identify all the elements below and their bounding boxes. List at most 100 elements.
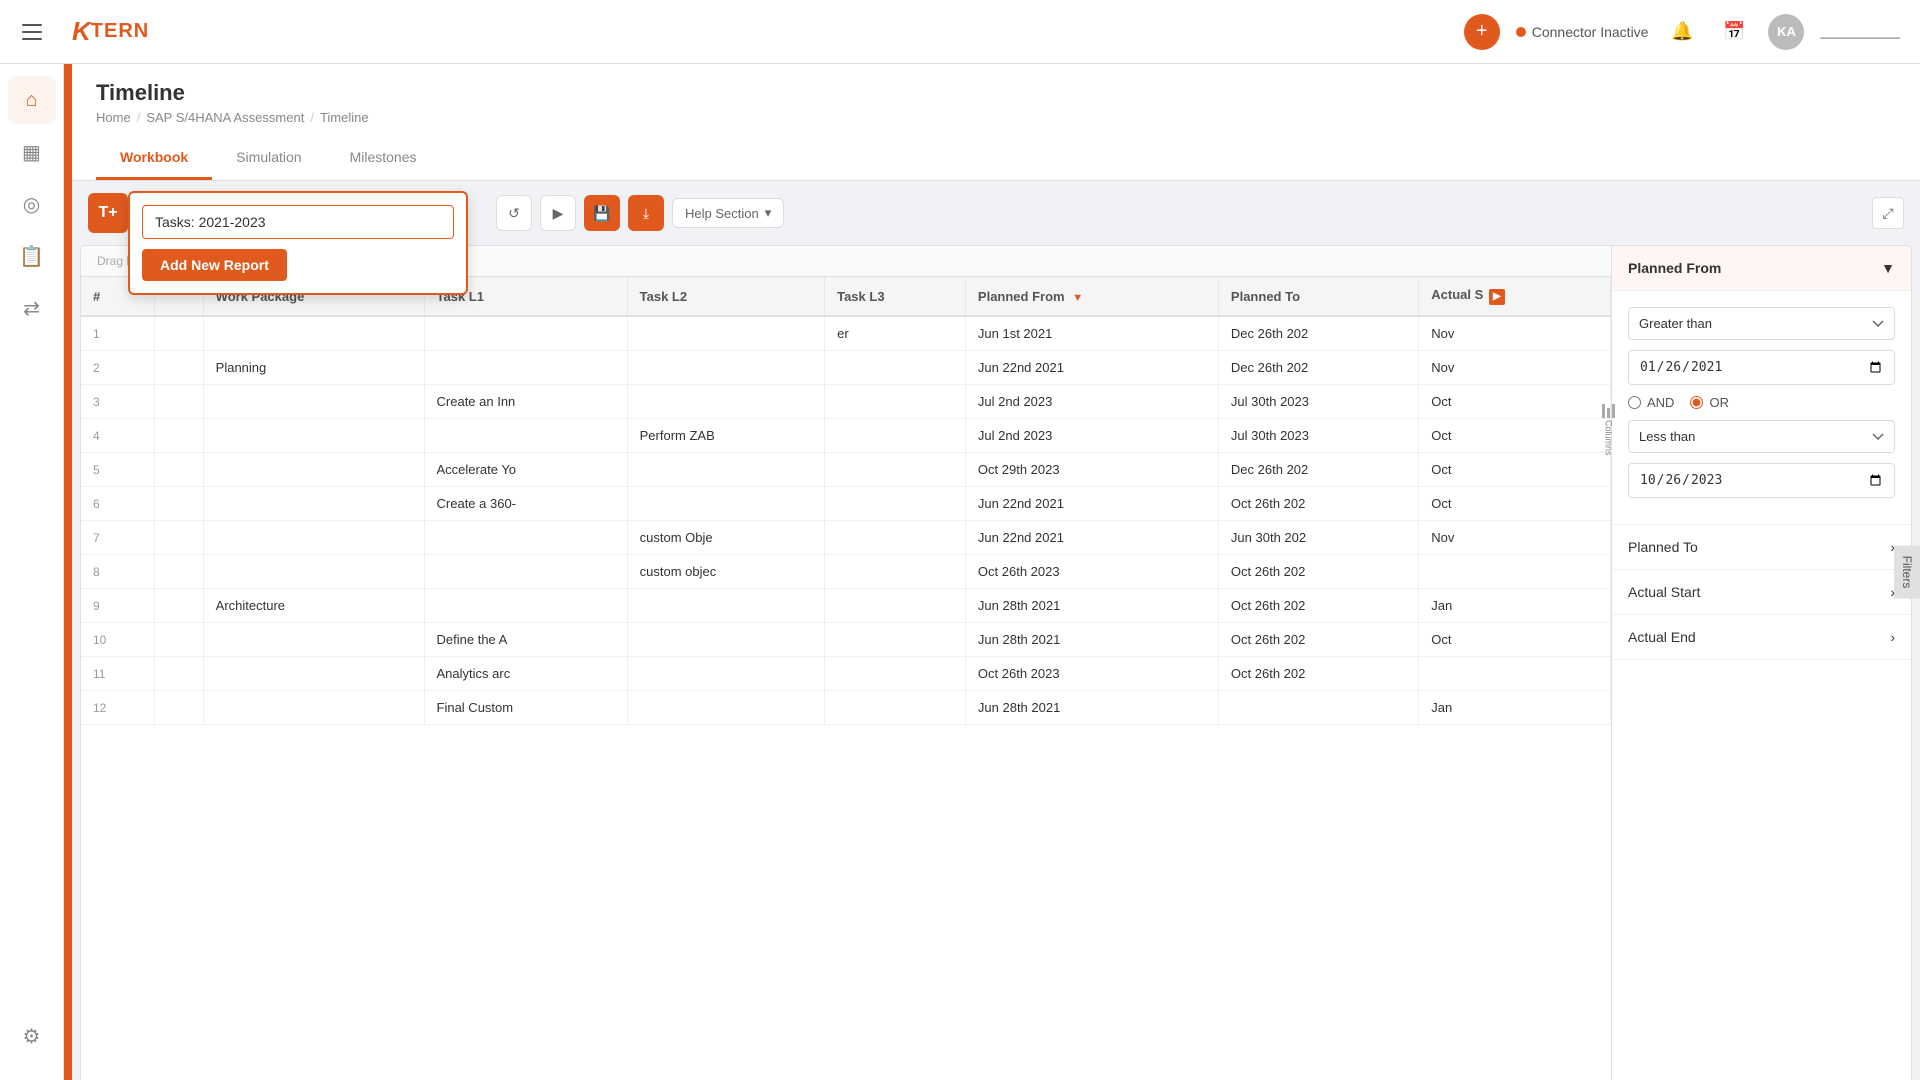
cell-wp — [203, 385, 424, 419]
toolbar-btn-1[interactable]: ▶ — [540, 195, 576, 231]
cell-l1 — [424, 351, 627, 385]
report-name-input[interactable] — [142, 205, 454, 239]
cell-planned-to: Oct 26th 202 — [1218, 657, 1418, 691]
cell-actual: Oct — [1419, 385, 1611, 419]
cell-l2 — [627, 657, 824, 691]
report-dropdown: Add New Report — [128, 191, 468, 295]
sidebar-item-grid[interactable]: ▦ — [8, 128, 56, 176]
table-row: 6 Create a 360- Jun 22nd 2021 Oct 26th 2… — [81, 487, 1611, 521]
avatar-name[interactable]: ___________ — [1820, 24, 1900, 39]
cell-wp: Planning — [203, 351, 424, 385]
cell-l2: custom Obje — [627, 521, 824, 555]
add-new-report-button[interactable]: Add New Report — [142, 249, 287, 281]
cell-wp — [203, 555, 424, 589]
cell-empty — [155, 691, 204, 725]
filter-actual-end-label: Actual End — [1628, 629, 1696, 645]
filters-tab[interactable]: Filters — [1894, 546, 1911, 599]
and-radio-input[interactable] — [1628, 396, 1641, 409]
cell-l3 — [825, 657, 966, 691]
breadcrumb-home[interactable]: Home — [96, 110, 131, 125]
cell-l2 — [627, 487, 824, 521]
cell-empty — [155, 555, 204, 589]
cell-planned-to: Oct 26th 202 — [1218, 623, 1418, 657]
cell-num: 11 — [81, 657, 155, 691]
filter-operator-1-select[interactable]: Greater than Less than Equal to Between — [1628, 307, 1895, 340]
columns-button[interactable]: Columns — [1611, 404, 1615, 456]
col-planned-to[interactable]: Planned To — [1218, 277, 1418, 316]
table-row: 4 Perform ZAB Jul 2nd 2023 Jul 30th 2023… — [81, 419, 1611, 453]
filter-planned-to-header[interactable]: Planned To › — [1612, 525, 1911, 570]
connector-dot — [1516, 27, 1526, 37]
notifications-button[interactable]: 🔔 — [1664, 14, 1700, 50]
avatar[interactable]: KA — [1768, 14, 1804, 50]
add-button[interactable]: + — [1464, 14, 1500, 50]
sidebar-item-home[interactable]: ⌂ — [8, 76, 56, 124]
cell-planned-to: Dec 26th 202 — [1218, 453, 1418, 487]
tab-simulation[interactable]: Simulation — [212, 137, 325, 180]
help-chevron-icon: ▾ — [765, 205, 772, 221]
tab-milestones[interactable]: Milestones — [326, 137, 441, 180]
cell-actual: Oct — [1419, 623, 1611, 657]
undo-button[interactable]: ↺ — [496, 195, 532, 231]
filter-operator-2-select[interactable]: Greater than Less than Equal to Between — [1628, 420, 1895, 453]
table-row: 5 Accelerate Yo Oct 29th 2023 Dec 26th 2… — [81, 453, 1611, 487]
tab-workbook[interactable]: Workbook — [96, 137, 212, 180]
breadcrumb-current: Timeline — [320, 110, 369, 125]
cell-l3 — [825, 691, 966, 725]
or-radio-input[interactable] — [1690, 396, 1703, 409]
cell-l3 — [825, 487, 966, 521]
cell-planned-to — [1218, 691, 1418, 725]
filter-planned-from-label: Planned From — [1628, 260, 1721, 276]
filter-date-1-input[interactable] — [1628, 350, 1895, 385]
cell-num: 4 — [81, 419, 155, 453]
cell-planned-to: Jun 30th 202 — [1218, 521, 1418, 555]
planned-from-filter-icon[interactable]: ▼ — [1072, 292, 1083, 304]
top-navigation: K TERN + Connector Inactive 🔔 📅 KA _____… — [0, 0, 1920, 64]
filter-and-radio[interactable]: AND — [1628, 395, 1674, 410]
filter-actual-start-header[interactable]: Actual Start › — [1612, 570, 1911, 615]
filter-actual-end-chevron: › — [1890, 629, 1895, 645]
cell-l2: custom objec — [627, 555, 824, 589]
cell-num: 3 — [81, 385, 155, 419]
main-content: Timeline Home / SAP S/4HANA Assessment /… — [72, 64, 1920, 1080]
toolbar-btn-3[interactable]: ⤓ — [628, 195, 664, 231]
cell-l1 — [424, 419, 627, 453]
cell-l2 — [627, 316, 824, 351]
breadcrumb-assessment[interactable]: SAP S/4HANA Assessment — [146, 110, 304, 125]
filter-planned-from-header[interactable]: Planned From ▼ — [1612, 246, 1911, 291]
cell-l2 — [627, 453, 824, 487]
filter-date-2-input[interactable] — [1628, 463, 1895, 498]
filter-or-radio[interactable]: OR — [1690, 395, 1729, 410]
cell-l1 — [424, 555, 627, 589]
table-row: 12 Final Custom Jun 28th 2021 Jan — [81, 691, 1611, 725]
hamburger-menu[interactable] — [0, 0, 64, 64]
toolbar: T+ Add New Report ↺ ▶ 💾 ⤓ Help Section ▾… — [72, 181, 1920, 245]
sidebar-item-location[interactable]: ◎ — [8, 180, 56, 228]
col-expand-icon[interactable]: ▶ — [1489, 289, 1505, 305]
cell-planned-to: Dec 26th 202 — [1218, 316, 1418, 351]
expand-button[interactable]: ⤢ — [1872, 197, 1904, 229]
col-planned-from[interactable]: Planned From ▼ — [965, 277, 1218, 316]
left-sidebar: ⌂ ▦ ◎ 📋 ⇄ ⚙ — [0, 64, 64, 1080]
table-row: 3 Create an Inn Jul 2nd 2023 Jul 30th 20… — [81, 385, 1611, 419]
help-section-label: Help Section — [685, 206, 759, 221]
sidebar-item-settings[interactable]: ⚙ — [8, 1012, 56, 1060]
col-task-l2: Task L2 — [627, 277, 824, 316]
calendar-button[interactable]: 📅 — [1716, 14, 1752, 50]
cell-planned-from: Jul 2nd 2023 — [965, 385, 1218, 419]
columns-icon — [1611, 404, 1615, 418]
cell-planned-to: Dec 26th 202 — [1218, 351, 1418, 385]
toolbar-btn-2[interactable]: 💾 — [584, 195, 620, 231]
cell-l1: Analytics arc — [424, 657, 627, 691]
cell-l1: Create a 360- — [424, 487, 627, 521]
sidebar-item-tasks[interactable]: 📋 — [8, 232, 56, 280]
table-row: 10 Define the A Jun 28th 2021 Oct 26th 2… — [81, 623, 1611, 657]
cell-planned-to: Jul 30th 2023 — [1218, 419, 1418, 453]
cell-l2 — [627, 691, 824, 725]
t-plus-button[interactable]: T+ — [88, 193, 128, 233]
filter-actual-end-header[interactable]: Actual End › — [1612, 615, 1911, 660]
help-section-button[interactable]: Help Section ▾ — [672, 198, 784, 228]
cell-planned-from: Jun 22nd 2021 — [965, 521, 1218, 555]
sidebar-item-transfer[interactable]: ⇄ — [8, 284, 56, 332]
cell-wp — [203, 487, 424, 521]
